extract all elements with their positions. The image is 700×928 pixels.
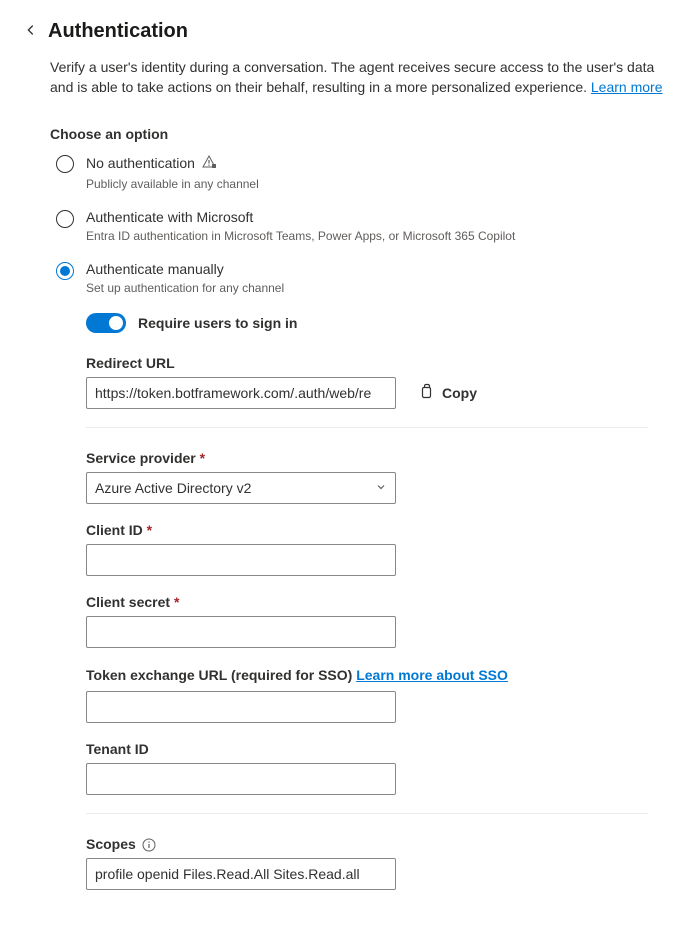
page-description: Verify a user's identity during a conver… <box>50 57 676 98</box>
option-no-auth[interactable]: No authentication Publicly available in … <box>56 154 676 191</box>
tenant-id-label: Tenant ID <box>86 741 648 757</box>
client-id-label: Client ID * <box>86 522 648 538</box>
divider <box>86 427 648 428</box>
option-microsoft-title: Authenticate with Microsoft <box>86 209 676 225</box>
divider-2 <box>86 813 648 814</box>
scopes-label: Scopes <box>86 836 648 852</box>
choose-option-label: Choose an option <box>50 126 676 142</box>
copy-label: Copy <box>442 385 477 401</box>
service-provider-select[interactable]: Azure Active Directory v2 <box>86 472 396 504</box>
tenant-id-input[interactable] <box>86 763 396 795</box>
client-id-input[interactable] <box>86 544 396 576</box>
redirect-url-label: Redirect URL <box>86 355 648 371</box>
warning-icon <box>201 154 217 173</box>
copy-button[interactable]: Copy <box>418 383 477 402</box>
page-title: Authentication <box>48 20 188 43</box>
service-provider-label: Service provider * <box>86 450 648 466</box>
require-signin-label: Require users to sign in <box>138 315 297 331</box>
copy-icon <box>418 383 434 402</box>
option-no-auth-desc: Publicly available in any channel <box>86 177 676 191</box>
redirect-url-input[interactable] <box>86 377 396 409</box>
option-microsoft[interactable]: Authenticate with Microsoft Entra ID aut… <box>56 209 676 243</box>
radio-no-auth[interactable] <box>56 155 74 173</box>
desc-text: Verify a user's identity during a conver… <box>50 59 654 95</box>
sso-learn-more-link[interactable]: Learn more about SSO <box>356 667 508 683</box>
option-manual-title: Authenticate manually <box>86 261 676 277</box>
scopes-input[interactable] <box>86 858 396 890</box>
option-no-auth-title: No authentication <box>86 154 676 173</box>
radio-manual[interactable] <box>56 262 74 280</box>
chevron-down-icon <box>375 480 387 496</box>
token-exchange-label: Token exchange URL (required for SSO) Le… <box>86 666 648 686</box>
radio-microsoft[interactable] <box>56 210 74 228</box>
option-manual-desc: Set up authentication for any channel <box>86 281 676 295</box>
back-button[interactable] <box>24 23 38 40</box>
learn-more-link[interactable]: Learn more <box>591 79 663 95</box>
option-manual[interactable]: Authenticate manually Set up authenticat… <box>56 261 676 295</box>
info-icon[interactable] <box>142 838 156 852</box>
service-provider-value: Azure Active Directory v2 <box>95 480 251 496</box>
client-secret-input[interactable] <box>86 616 396 648</box>
require-signin-toggle[interactable] <box>86 313 126 333</box>
option-microsoft-desc: Entra ID authentication in Microsoft Tea… <box>86 229 676 243</box>
token-exchange-input[interactable] <box>86 691 396 723</box>
client-secret-label: Client secret * <box>86 594 648 610</box>
